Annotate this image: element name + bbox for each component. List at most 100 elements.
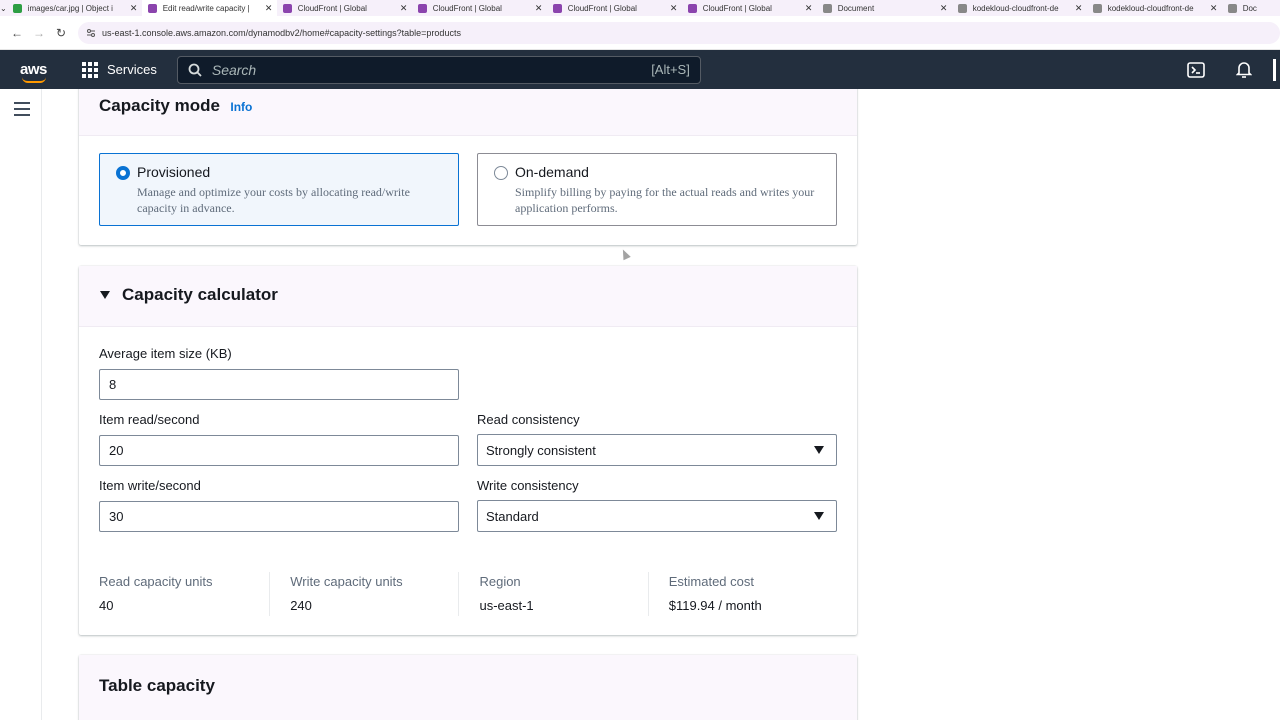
tab-favicon-icon [822,3,832,13]
menu-hamburger-icon[interactable] [14,102,30,120]
on-demand-option-tile[interactable]: On-demand Simplify billing by paying for… [477,153,837,226]
capacity-summary: Read capacity units 40 Write capacity un… [99,572,837,616]
aws-logo-text: aws [20,61,47,78]
region-label: Region [479,574,521,589]
cost-value: $119.94 / month [668,598,762,613]
region-column: Region us-east-1 [458,572,647,616]
capacity-mode-header: Capacity mode Info [79,89,857,136]
tab-close-icon[interactable]: ✕ [262,3,276,14]
browser-tab[interactable]: images/car.jpg | Object i ✕ [7,0,142,16]
tab-title: kodekloud-cloudfront-de [972,3,1059,13]
capacity-mode-info-link[interactable]: Info [230,100,252,114]
tab-title: CloudFront | Global [702,3,772,13]
capacity-mode-title: Capacity mode [99,96,220,115]
tab-title: CloudFront | Global [567,3,637,13]
browser-tab[interactable]: kodekloud-cloudfront-de ✕ [952,0,1087,16]
search-input[interactable]: Search [Alt+S] [176,55,701,84]
url-field[interactable]: us-east-1.console.aws.amazon.com/dynamod… [78,21,1280,44]
tab-favicon-icon [1227,3,1237,13]
browser-tab[interactable]: CloudFront | Global ✕ [412,0,547,16]
main-content: Capacity mode Info Provisioned Manage an… [42,89,1280,720]
back-arrow-icon[interactable]: ← [6,26,28,40]
on-demand-description: Simplify billing by paying for the actua… [515,185,815,215]
rcu-value: 40 [99,598,114,613]
browser-tab[interactable]: Edit read/write capacity | ✕ [141,0,277,16]
aws-top-nav: aws Services Search [Alt+S] [0,50,1280,89]
search-icon [188,63,202,77]
on-demand-radio[interactable] [494,166,508,180]
tab-title: CloudFront | Global [297,3,367,13]
tab-title: Edit read/write capacity | [162,3,250,13]
capacity-calculator-title: Capacity calculator [122,285,278,304]
caret-down-icon [814,446,824,454]
tab-title: images/car.jpg | Object i [27,3,113,13]
wcu-column: Write capacity units 240 [269,572,458,616]
tab-title: CloudFront | Global [432,3,502,13]
tab-favicon-icon [282,3,292,13]
nav-overflow-edge [1268,50,1280,89]
services-grid-icon [82,61,98,78]
wcu-value: 240 [290,598,312,613]
tab-favicon-icon [12,3,22,13]
read-consistency-select[interactable]: Strongly consistent [477,434,837,466]
tab-list: images/car.jpg | Object i ✕ Edit read/writ… [7,0,1280,16]
provisioned-radio[interactable] [116,166,130,180]
tab-close-icon[interactable]: ✕ [1207,3,1221,14]
read-consistency-value: Strongly consistent [486,442,596,458]
cloudshell-icon[interactable] [1172,50,1220,89]
tab-list-chevron-icon[interactable]: ⌄ [0,4,7,13]
aws-logo[interactable]: aws [20,61,50,83]
item-write-input[interactable] [99,501,459,532]
caret-down-icon [814,512,824,520]
table-capacity-panel: Table capacity [79,655,857,720]
search-shortcut-hint: [Alt+S] [651,62,690,77]
wcu-label: Write capacity units [290,574,403,589]
browser-tab[interactable]: CloudFront | Global ✕ [682,0,817,16]
forward-arrow-icon[interactable]: → [28,26,50,40]
tab-close-icon[interactable]: ✕ [1072,3,1086,14]
capacity-calculator-header[interactable]: Capacity calculator [79,266,857,327]
provisioned-option-tile[interactable]: Provisioned Manage and optimize your cos… [99,153,459,226]
browser-tab[interactable]: Doc [1222,0,1280,16]
write-consistency-select[interactable]: Standard [477,500,837,532]
tab-close-icon[interactable]: ✕ [667,3,681,14]
rcu-column: Read capacity units 40 [99,572,269,616]
browser-tab-strip: ⌄ images/car.jpg | Object i ✕ Edit read/wr… [0,0,1280,16]
tab-favicon-icon [147,3,157,13]
tab-close-icon[interactable]: ✕ [127,3,141,14]
table-capacity-header: Table capacity [79,655,857,720]
cost-column: Estimated cost $119.94 / month [647,572,837,616]
region-value: us-east-1 [479,598,534,613]
browser-tab[interactable]: kodekloud-cloudfront-de ✕ [1087,0,1222,16]
reload-icon[interactable]: ↻ [50,26,72,40]
avg-item-size-input[interactable] [99,369,459,400]
provisioned-label: Provisioned [137,164,211,180]
side-navigation-rail [0,89,42,720]
tab-favicon-icon [687,3,697,13]
notifications-bell-icon[interactable] [1220,50,1268,89]
tab-favicon-icon [552,3,562,13]
tab-close-icon[interactable]: ✕ [937,3,951,14]
browser-tab[interactable]: CloudFront | Global ✕ [277,0,412,16]
caret-down-icon[interactable] [100,291,110,299]
tab-favicon-icon [957,3,967,13]
site-info-icon[interactable] [86,28,96,38]
item-write-label: Item write/second [99,478,201,493]
tab-favicon-icon [417,3,427,13]
rcu-label: Read capacity units [99,574,213,589]
table-capacity-title: Table capacity [99,676,215,695]
browser-tab[interactable]: Document ✕ [817,0,952,16]
cost-label: Estimated cost [668,574,754,589]
tab-close-icon[interactable]: ✕ [397,3,411,14]
item-read-input[interactable] [99,435,459,466]
provisioned-description: Manage and optimize your costs by alloca… [137,185,410,215]
capacity-mode-panel: Capacity mode Info Provisioned Manage an… [79,89,857,245]
search-placeholder: Search [211,61,257,78]
services-menu-button[interactable]: Services [82,61,157,78]
read-consistency-label: Read consistency [477,412,580,427]
url-text: us-east-1.console.aws.amazon.com/dynamod… [102,27,461,38]
browser-tab[interactable]: CloudFront | Global ✕ [547,0,682,16]
tab-close-icon[interactable]: ✕ [532,3,546,14]
tab-close-icon[interactable]: ✕ [802,3,816,14]
tab-title: Document [837,3,875,13]
